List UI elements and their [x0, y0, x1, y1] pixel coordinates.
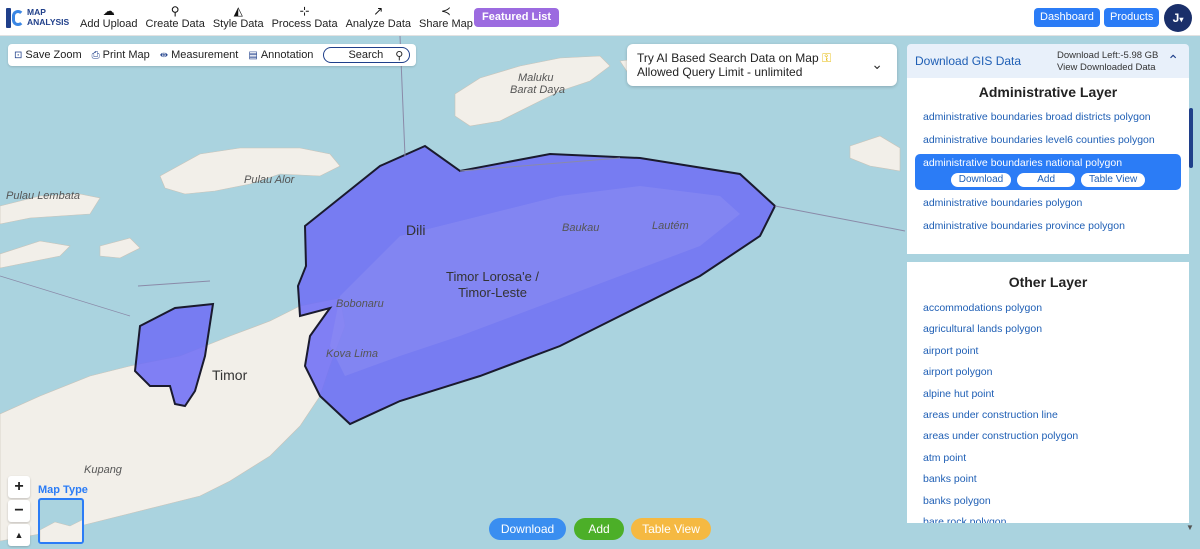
layer-download-button[interactable]: Download	[950, 173, 1012, 187]
search-icon: ⚲	[395, 49, 404, 62]
zoom-in-button[interactable]: +	[8, 476, 30, 498]
logo-line1: MAP	[27, 7, 46, 17]
layer-item[interactable]: administrative boundaries province polyg…	[907, 217, 1189, 240]
place-kupang: Kupang	[84, 464, 122, 476]
scroll-down-icon[interactable]: ▼	[1186, 523, 1194, 532]
ai-search-title: Try AI Based Search Data on Map	[637, 51, 819, 65]
layer-item[interactable]: bare rock polygon	[907, 512, 1189, 523]
layer-item[interactable]: airport polygon	[907, 362, 1189, 383]
measurement-button[interactable]: ⇹ Measurement	[160, 49, 239, 61]
save-zoom-icon: ⊡	[14, 49, 23, 61]
layer-item[interactable]: banks point	[907, 469, 1189, 490]
create-data-button[interactable]: ⚲ Create Data	[146, 4, 205, 30]
chevron-up-icon[interactable]: ⌃	[1167, 52, 1179, 69]
place-country: Timor Lorosa'e / Timor-Leste	[446, 269, 540, 300]
layer-item[interactable]: areas under construction polygon	[907, 426, 1189, 447]
download-left: Download Left:-5.98 GB	[1057, 50, 1159, 61]
place-kova-lima: Kova Lima	[326, 348, 378, 360]
products-button[interactable]: Products	[1104, 8, 1160, 27]
annotation-icon: ▤	[248, 49, 258, 61]
dashboard-button[interactable]: Dashboard	[1034, 8, 1100, 27]
ai-search-box[interactable]: Try AI Based Search Data on Map ⚿ Allowe…	[627, 44, 897, 86]
place-timor: Timor	[212, 367, 248, 383]
place-baukau: Baukau	[562, 222, 600, 234]
view-downloaded-link[interactable]: View Downloaded Data	[1057, 62, 1158, 74]
map-pin-icon: ⚲	[170, 4, 180, 18]
panel-scrollbar[interactable]	[1189, 108, 1193, 168]
key-icon: ⚿	[822, 51, 832, 65]
top-toolbar: MAP ANALYSIS ☁ Add Upload ⚲ Create Data …	[0, 0, 1200, 36]
layer-item[interactable]: administrative boundaries broad district…	[907, 108, 1189, 131]
analyze-data-button[interactable]: ↗ Analyze Data	[346, 4, 411, 30]
layer-add-button[interactable]: Add	[1017, 173, 1076, 187]
cloud-upload-icon: ☁	[102, 4, 115, 18]
logo-icon	[6, 4, 24, 30]
place-pulau-alor: Pulau Alor	[244, 174, 295, 186]
layer-item[interactable]: areas under construction line	[907, 405, 1189, 426]
administrative-layer-section: Administrative Layer administrative boun…	[907, 78, 1189, 254]
download-button[interactable]: Download	[489, 518, 566, 540]
layer-item[interactable]: agricultural lands polygon	[907, 319, 1189, 340]
add-button[interactable]: Add	[574, 518, 624, 540]
save-zoom-button[interactable]: ⊡ Save Zoom	[14, 49, 82, 61]
place-lautem: Lautém	[652, 220, 689, 232]
app-logo[interactable]: MAP ANALYSIS	[6, 4, 69, 30]
gis-data-panel: Download GIS Data Download Left:-5.98 GB…	[907, 44, 1189, 523]
layer-item[interactable]: administrative boundaries level6 countie…	[907, 131, 1189, 154]
panel-header: Download GIS Data Download Left:-5.98 GB…	[907, 44, 1189, 78]
reset-north-button[interactable]: ▲	[8, 524, 30, 546]
zoom-out-button[interactable]: −	[8, 500, 30, 522]
featured-list-button[interactable]: Featured List	[474, 8, 560, 27]
zoom-controls: + − ▲	[8, 476, 30, 548]
share-map-button[interactable]: ≺ Share Map	[419, 4, 473, 30]
share-icon: ≺	[440, 4, 451, 18]
selected-layer-label: administrative boundaries national polyg…	[923, 157, 1123, 169]
analyze-icon: ↗	[373, 4, 384, 18]
add-upload-button[interactable]: ☁ Add Upload	[80, 4, 138, 30]
place-barat-daya: Barat Daya	[510, 84, 566, 96]
ruler-icon: ⇹	[159, 49, 169, 61]
place-maluku: Maluku	[518, 72, 554, 84]
search-input[interactable]: Search ⚲	[323, 47, 411, 63]
avatar[interactable]: J▾	[1164, 4, 1192, 32]
map-tools-bar: ⊡ Save Zoom ⎙ Print Map ⇹ Measurement ▤ Anno…	[8, 44, 417, 66]
printer-icon: ⎙	[91, 49, 100, 61]
ai-query-limit: Allowed Query Limit - unlimited	[637, 65, 803, 79]
annotation-button[interactable]: ▤ Annotation	[248, 49, 313, 61]
admin-section-title: Administrative Layer	[978, 84, 1118, 100]
layer-item[interactable]: alpine hut point	[907, 384, 1189, 405]
layer-table-view-button[interactable]: Table View	[1081, 173, 1146, 187]
map-type-label: Map Type	[38, 484, 88, 496]
map-type-thumbnail[interactable]	[38, 498, 84, 544]
place-pulau-lembata: Pulau Lembata	[6, 190, 80, 202]
other-section-title: Other Layer	[1008, 274, 1088, 290]
process-icon: ⊹	[299, 4, 310, 18]
layer-item[interactable]: airport point	[907, 341, 1189, 362]
paint-bucket-icon: ◭	[233, 4, 243, 18]
place-dili: Dili	[406, 222, 426, 238]
other-layer-section: Other Layer accommodations polygon agric…	[907, 262, 1189, 523]
layer-item[interactable]: administrative boundaries polygon	[907, 194, 1189, 217]
layer-item[interactable]: accommodations polygon	[907, 298, 1189, 319]
table-view-button[interactable]: Table View	[631, 518, 711, 540]
style-data-button[interactable]: ◭ Style Data	[213, 4, 264, 30]
logo-line2: ANALYSIS	[27, 17, 70, 27]
process-data-button[interactable]: ⊹ Process Data	[272, 4, 338, 30]
layer-item[interactable]: atm point	[907, 448, 1189, 469]
print-map-button[interactable]: ⎙ Print Map	[92, 49, 150, 61]
place-bobonaru: Bobonaru	[336, 298, 384, 310]
layer-item-selected[interactable]: administrative boundaries national polyg…	[915, 154, 1181, 190]
map-type-preview-icon	[40, 519, 82, 542]
chevron-down-icon: ▾	[1179, 15, 1184, 24]
layer-item[interactable]: banks polygon	[907, 491, 1189, 512]
chevron-down-icon[interactable]: ⌄	[871, 56, 883, 73]
panel-title: Download GIS Data	[915, 54, 1022, 68]
